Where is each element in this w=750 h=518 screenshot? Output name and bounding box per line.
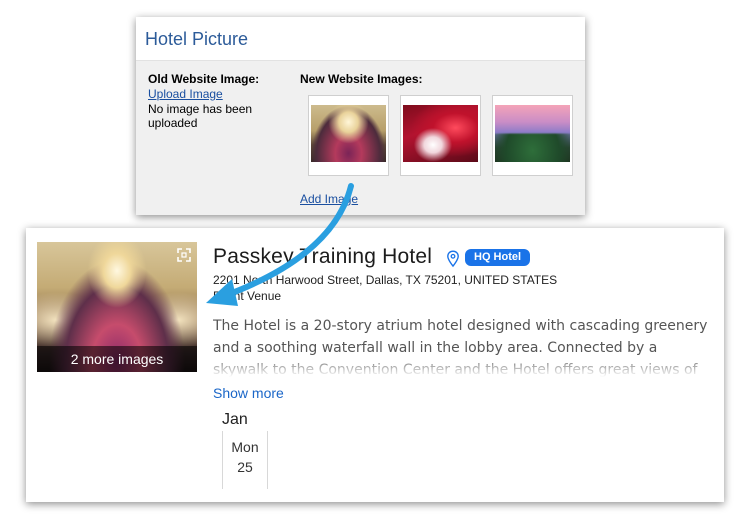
panel-header: Hotel Picture [136, 17, 585, 61]
thumbnail-dining[interactable] [400, 95, 481, 176]
dining-image [403, 105, 478, 162]
calendar-day[interactable]: Mon 25 [222, 431, 268, 489]
hotel-picture-panel: Hotel Picture Old Website Image: Upload … [136, 17, 585, 215]
hotel-image[interactable]: 2 more images [37, 242, 197, 372]
expand-icon[interactable] [177, 248, 191, 262]
day-number: 25 [237, 459, 253, 475]
old-image-label: Old Website Image: [148, 72, 260, 86]
more-images-caption: 2 more images [37, 346, 197, 372]
new-images-label: New Website Images: [300, 72, 423, 86]
no-image-message: No image has been uploaded [148, 102, 253, 130]
panel-title: Hotel Picture [145, 29, 249, 49]
old-image-section: Old Website Image: Upload Image No image… [148, 72, 288, 130]
show-more-link[interactable]: Show more [213, 385, 284, 401]
aerial-image [495, 105, 570, 162]
upload-image-link[interactable]: Upload Image [148, 87, 288, 101]
hq-hotel-badge: HQ Hotel [465, 249, 531, 266]
day-of-week: Mon [231, 439, 259, 455]
hotel-venue: Event Venue [213, 289, 282, 303]
new-images-section: New Website Images: [300, 72, 585, 86]
thumbnail-aerial[interactable] [492, 95, 573, 176]
map-pin-icon[interactable] [446, 250, 460, 268]
hotel-name: Passkey Training Hotel [213, 245, 433, 268]
thumbnail-strip [308, 95, 588, 179]
hotel-address: 2201 North Harwood Street, Dallas, TX 75… [213, 273, 558, 287]
calendar-month: Jan [222, 411, 248, 428]
add-image-link[interactable]: Add Image [300, 192, 358, 206]
thumbnail-lobby[interactable] [308, 95, 389, 176]
hotel-card: 2 more images Passkey Training Hotel HQ … [26, 228, 724, 502]
hotel-description: The Hotel is a 20-story atrium hotel des… [213, 315, 713, 377]
lobby-image [311, 105, 386, 162]
